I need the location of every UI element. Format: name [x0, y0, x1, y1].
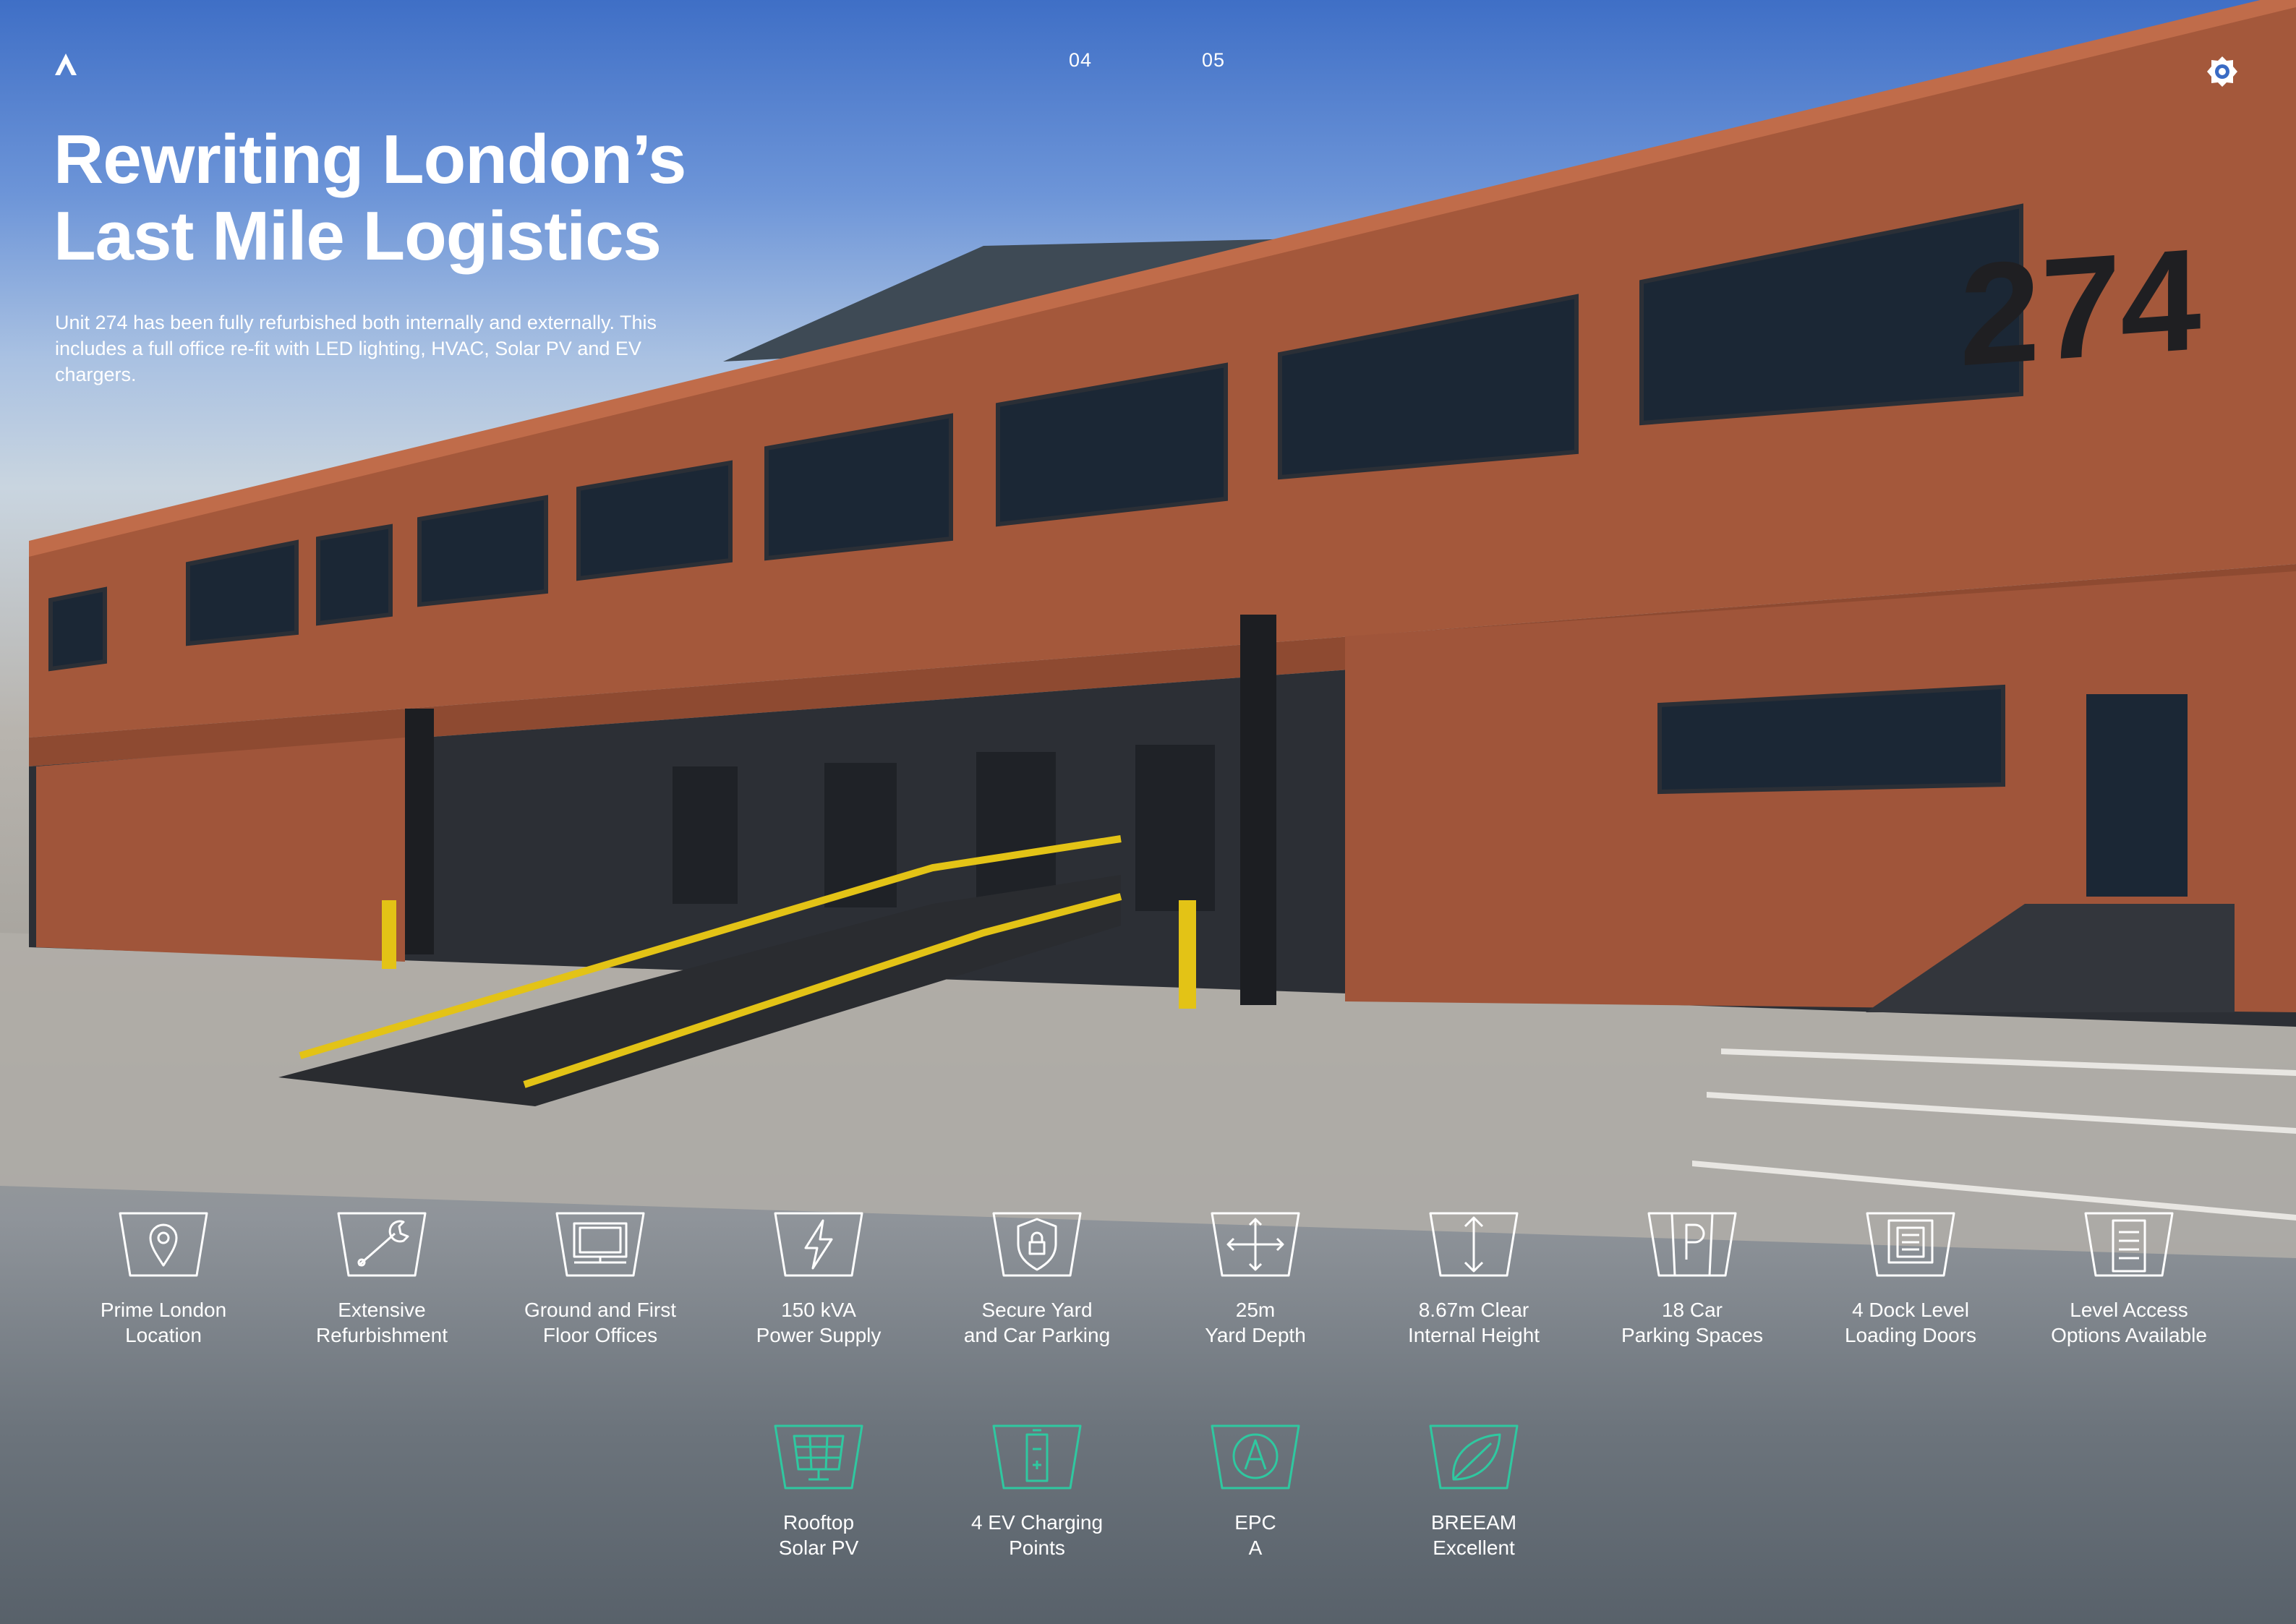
feature-dock-doors: 4 Dock Level Loading Doors: [1802, 1212, 2019, 1348]
feature-label-line1: Extensive: [338, 1299, 426, 1321]
lightning-icon: [774, 1212, 863, 1277]
arrow-vertical-icon: [1429, 1212, 1519, 1277]
feature-label-line1: 4 EV Charging: [970, 1511, 1104, 1534]
feature-label-line1: Rooftop: [782, 1511, 855, 1534]
feature-label-line1: 25m: [1235, 1299, 1276, 1321]
level-door-icon: [2084, 1212, 2174, 1277]
feature-breeam: BREEAM Excellent: [1365, 1424, 1582, 1560]
feature-label-line1: BREEAM: [1430, 1511, 1517, 1534]
brochure-page: 274 04 05 Rewriting London’s Last Mile L…: [0, 0, 2296, 1624]
feature-label-line1: Secure Yard: [981, 1299, 1093, 1321]
feature-location: Prime London Location: [55, 1212, 272, 1348]
feature-label-line2: Excellent: [1433, 1537, 1515, 1559]
feature-secure-yard: Secure Yard and Car Parking: [929, 1212, 1145, 1348]
feature-label-line2: Internal Height: [1407, 1324, 1540, 1346]
arrows-cross-icon: [1211, 1212, 1300, 1277]
hexagon-badge-icon: [2207, 56, 2237, 87]
dock-door-icon: [1866, 1212, 1955, 1277]
feature-ev-charging: 4 EV Charging Points: [929, 1424, 1145, 1560]
leaf-icon: [1429, 1424, 1519, 1490]
feature-label-line1: Prime London: [100, 1299, 227, 1321]
solar-panel-icon: [774, 1424, 863, 1490]
feature-label-line2: Parking Spaces: [1621, 1324, 1764, 1346]
page-number-left: 04: [1069, 49, 1093, 71]
feature-label-line1: Level Access: [2070, 1299, 2188, 1321]
feature-label-line2: Loading Doors: [1844, 1324, 1977, 1346]
feature-label-line2: A: [1248, 1537, 1263, 1559]
arrow-logo-icon: [55, 54, 77, 75]
feature-label-line1: 150 kVA: [781, 1299, 856, 1321]
feature-parking: 18 Car Parking Spaces: [1584, 1212, 1801, 1348]
building-number: 274: [1960, 218, 2201, 396]
feature-offices: Ground and First Floor Offices: [492, 1212, 709, 1348]
monitor-desk-icon: [555, 1212, 645, 1277]
feature-refurbishment: Extensive Refurbishment: [273, 1212, 490, 1348]
wrench-icon: [337, 1212, 427, 1277]
feature-label-line2: Refurbishment: [315, 1324, 448, 1346]
feature-solar: Rooftop Solar PV: [710, 1424, 927, 1560]
feature-level-access: Level Access Options Available: [2020, 1212, 2237, 1348]
intro-paragraph: Unit 274 has been fully refurbished both…: [55, 312, 657, 385]
title-line-1: Rewriting London’s: [54, 121, 686, 198]
feature-label-line2: Points: [1009, 1537, 1065, 1559]
feature-label-line1: 4 Dock Level: [1852, 1299, 1969, 1321]
feature-label-line1: 18 Car: [1661, 1299, 1723, 1321]
feature-label-line1: EPC: [1234, 1511, 1276, 1534]
ev-charger-icon: [992, 1424, 1082, 1490]
page-number-right: 05: [1202, 49, 1226, 71]
feature-label-line2: Yard Depth: [1205, 1324, 1306, 1346]
feature-label-line2: Power Supply: [756, 1324, 882, 1346]
feature-label-line2: Location: [125, 1324, 202, 1346]
page-title: Rewriting London’s Last Mile Logistics: [54, 121, 686, 275]
feature-power: 150 kVA Power Supply: [710, 1212, 927, 1348]
location-pin-icon: [119, 1212, 208, 1277]
feature-label-line1: 8.67m Clear: [1418, 1299, 1529, 1321]
epc-a-icon: [1211, 1424, 1300, 1490]
feature-label-line2: Solar PV: [778, 1537, 859, 1559]
feature-internal-height: 8.67m Clear Internal Height: [1365, 1212, 1582, 1348]
feature-epc: EPC A: [1147, 1424, 1364, 1560]
shield-lock-icon: [992, 1212, 1082, 1277]
feature-label-line2: Options Available: [2051, 1324, 2207, 1346]
feature-label-line1: Ground and First: [524, 1299, 677, 1321]
feature-label-line2: and Car Parking: [963, 1324, 1111, 1346]
title-line-2: Last Mile Logistics: [54, 197, 662, 275]
feature-yard-depth: 25m Yard Depth: [1147, 1212, 1364, 1348]
parking-icon: [1647, 1212, 1737, 1277]
feature-label-line2: Floor Offices: [542, 1324, 658, 1346]
